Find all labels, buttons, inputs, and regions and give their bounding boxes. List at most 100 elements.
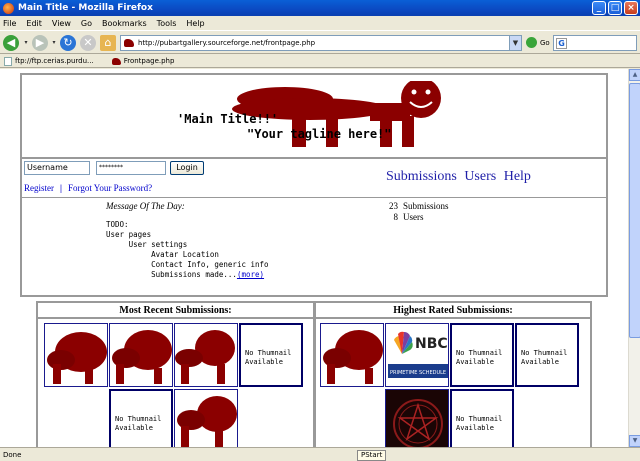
firefox-icon bbox=[3, 2, 14, 14]
account-links: Register | Forgot Your Password? bbox=[24, 183, 152, 193]
motd-body: TODO: User pages User settings Avatar Loc… bbox=[106, 220, 269, 280]
submission-no-thumbnail[interactable]: No Thumnail Available bbox=[239, 323, 303, 387]
window-titlebar: Main Title - Mozilla Firefox _ □ × bbox=[0, 0, 640, 16]
close-button[interactable]: × bbox=[624, 1, 638, 15]
menu-file[interactable]: File bbox=[3, 19, 16, 28]
submission-thumbnail[interactable] bbox=[174, 389, 238, 447]
submission-thumbnail[interactable] bbox=[109, 323, 173, 387]
url-text[interactable]: http://pubartgallery.sourceforge.net/fro… bbox=[138, 39, 509, 47]
scrollbar-thumb[interactable] bbox=[629, 83, 640, 338]
scroll-down-icon[interactable]: ▼ bbox=[629, 435, 640, 447]
url-dropdown-icon[interactable]: ▼ bbox=[509, 36, 521, 50]
motd-line: User pages bbox=[106, 230, 152, 239]
home-icon[interactable]: ⌂ bbox=[100, 35, 116, 51]
rated-thumbnail[interactable] bbox=[385, 389, 449, 447]
menu-view[interactable]: View bbox=[52, 19, 71, 28]
recent-submissions-heading: Most Recent Submissions: bbox=[38, 303, 313, 319]
vertical-scrollbar[interactable]: ▲ ▼ bbox=[628, 69, 640, 447]
no-thumbnail-text: No Thumnail Available bbox=[521, 349, 567, 367]
forgot-password-link[interactable]: Forgot Your Password? bbox=[68, 183, 152, 193]
nbc-text: NBC bbox=[415, 336, 448, 352]
nav-help-link[interactable]: Help bbox=[504, 169, 531, 184]
no-thumbnail-text: No Thumnail Available bbox=[245, 349, 291, 367]
no-thumbnail-line: Available bbox=[521, 358, 559, 366]
no-thumbnail-line: Available bbox=[245, 358, 283, 366]
mascot-thumbnail-image bbox=[47, 332, 107, 384]
bookmark-ftp[interactable]: ftp://ftp.cerias.purdu... bbox=[4, 56, 94, 66]
mascot-thumbnail-image bbox=[112, 330, 172, 384]
status-text: Done bbox=[3, 450, 22, 459]
address-bar[interactable]: http://pubartgallery.sourceforge.net/fro… bbox=[120, 35, 522, 51]
menu-tools[interactable]: Tools bbox=[157, 19, 177, 28]
scroll-up-icon[interactable]: ▲ bbox=[629, 69, 640, 81]
rated-no-thumbnail[interactable]: No Thumnail Available bbox=[450, 323, 514, 387]
maximize-button[interactable]: □ bbox=[608, 1, 622, 15]
pentagram-image bbox=[386, 390, 448, 447]
motd-title: Message Of The Day: bbox=[106, 201, 185, 211]
google-icon[interactable]: G bbox=[556, 38, 567, 49]
site-header: 'Main Title!!' "Your tagline here!" bbox=[20, 73, 608, 159]
bookmark-ftp-label: ftp://ftp.cerias.purdu... bbox=[15, 57, 94, 65]
menu-help[interactable]: Help bbox=[186, 19, 204, 28]
more-link[interactable]: (more) bbox=[237, 270, 264, 279]
site-stats: 23 Submissions 8 Users bbox=[384, 201, 449, 223]
no-thumbnail-text: No Thumnail Available bbox=[456, 415, 502, 433]
go-icon bbox=[526, 37, 537, 48]
menu-go[interactable]: Go bbox=[81, 19, 92, 28]
forward-dropdown-icon[interactable]: ▾ bbox=[50, 35, 58, 51]
forward-icon[interactable]: ▶ bbox=[32, 35, 48, 51]
site-favicon-icon bbox=[111, 57, 121, 65]
minimize-button[interactable]: _ bbox=[592, 1, 606, 15]
go-button[interactable]: Go bbox=[526, 37, 550, 48]
reload-icon[interactable]: ↻ bbox=[60, 35, 76, 51]
stat-label[interactable]: Submissions bbox=[403, 201, 449, 211]
stop-icon[interactable]: ✕ bbox=[80, 35, 96, 51]
no-thumbnail-line: No Thumnail bbox=[521, 349, 568, 357]
page-viewport: 'Main Title!!' "Your tagline here!" User… bbox=[0, 69, 628, 447]
stat-users: 8 Users bbox=[384, 212, 449, 223]
bookmark-frontpage-label: Frontpage.php bbox=[123, 57, 175, 65]
back-dropdown-icon[interactable]: ▾ bbox=[22, 35, 30, 51]
status-bar: Done bbox=[0, 447, 640, 461]
rated-thumbnail[interactable] bbox=[320, 323, 384, 387]
go-label: Go bbox=[540, 38, 550, 47]
rated-thumbnail[interactable]: NBC PRIMETIME SCHEDULE bbox=[385, 323, 449, 387]
motd-line: User settings bbox=[106, 240, 188, 249]
no-thumbnail-line: No Thumnail bbox=[456, 349, 503, 357]
login-button[interactable]: Login bbox=[170, 161, 204, 175]
menu-edit[interactable]: Edit bbox=[26, 19, 42, 28]
submissions-panel: Most Recent Submissions: Highest Rated S… bbox=[36, 301, 592, 447]
nav-users-link[interactable]: Users bbox=[464, 169, 496, 184]
submission-thumbnail[interactable] bbox=[174, 323, 238, 387]
bookmark-frontpage[interactable]: Frontpage.php bbox=[111, 57, 175, 65]
back-icon[interactable]: ◀ bbox=[3, 35, 19, 51]
submission-thumbnail[interactable] bbox=[44, 323, 108, 387]
nbc-logo-image: NBC PRIMETIME SCHEDULE bbox=[386, 324, 448, 386]
menu-bookmarks[interactable]: Bookmarks bbox=[102, 19, 147, 28]
window-title: Main Title - Mozilla Firefox bbox=[18, 3, 153, 13]
nbc-subtitle: PRIMETIME SCHEDULE bbox=[390, 370, 446, 376]
rated-no-thumbnail[interactable]: No Thumnail Available bbox=[450, 389, 514, 447]
menu-bar: File Edit View Go Bookmarks Tools Help bbox=[0, 16, 640, 30]
navigation-toolbar: ◀ ▾ ▶ ▾ ↻ ✕ ⌂ http://pubartgallery.sourc… bbox=[0, 30, 640, 54]
site-favicon-icon bbox=[124, 39, 134, 47]
motd-line: Contact Info, generic info bbox=[106, 260, 269, 269]
submission-no-thumbnail[interactable]: No Thumnail Available bbox=[109, 389, 173, 447]
no-thumbnail-line: Available bbox=[456, 424, 494, 432]
no-thumbnail-text: No Thumnail Available bbox=[456, 349, 502, 367]
no-thumbnail-line: Available bbox=[115, 424, 153, 432]
nav-submissions-link[interactable]: Submissions bbox=[386, 169, 457, 184]
no-thumbnail-line: Available bbox=[456, 358, 494, 366]
bookmarks-toolbar: ftp://ftp.cerias.purdu... Frontpage.php bbox=[0, 55, 640, 68]
password-field[interactable]: ******** bbox=[96, 161, 166, 175]
rated-no-thumbnail[interactable]: No Thumnail Available bbox=[515, 323, 579, 387]
register-link[interactable]: Register bbox=[24, 183, 54, 193]
mascot-thumbnail-image bbox=[177, 396, 237, 447]
mascot-thumbnail-image bbox=[323, 330, 383, 384]
search-input[interactable]: G bbox=[553, 35, 637, 51]
stat-label[interactable]: Users bbox=[403, 212, 424, 222]
stat-count: 23 bbox=[389, 201, 398, 211]
pstart-tooltip: PStart bbox=[357, 450, 387, 461]
main-title: 'Main Title!!' bbox=[177, 112, 279, 126]
username-field[interactable]: Username bbox=[24, 161, 90, 175]
